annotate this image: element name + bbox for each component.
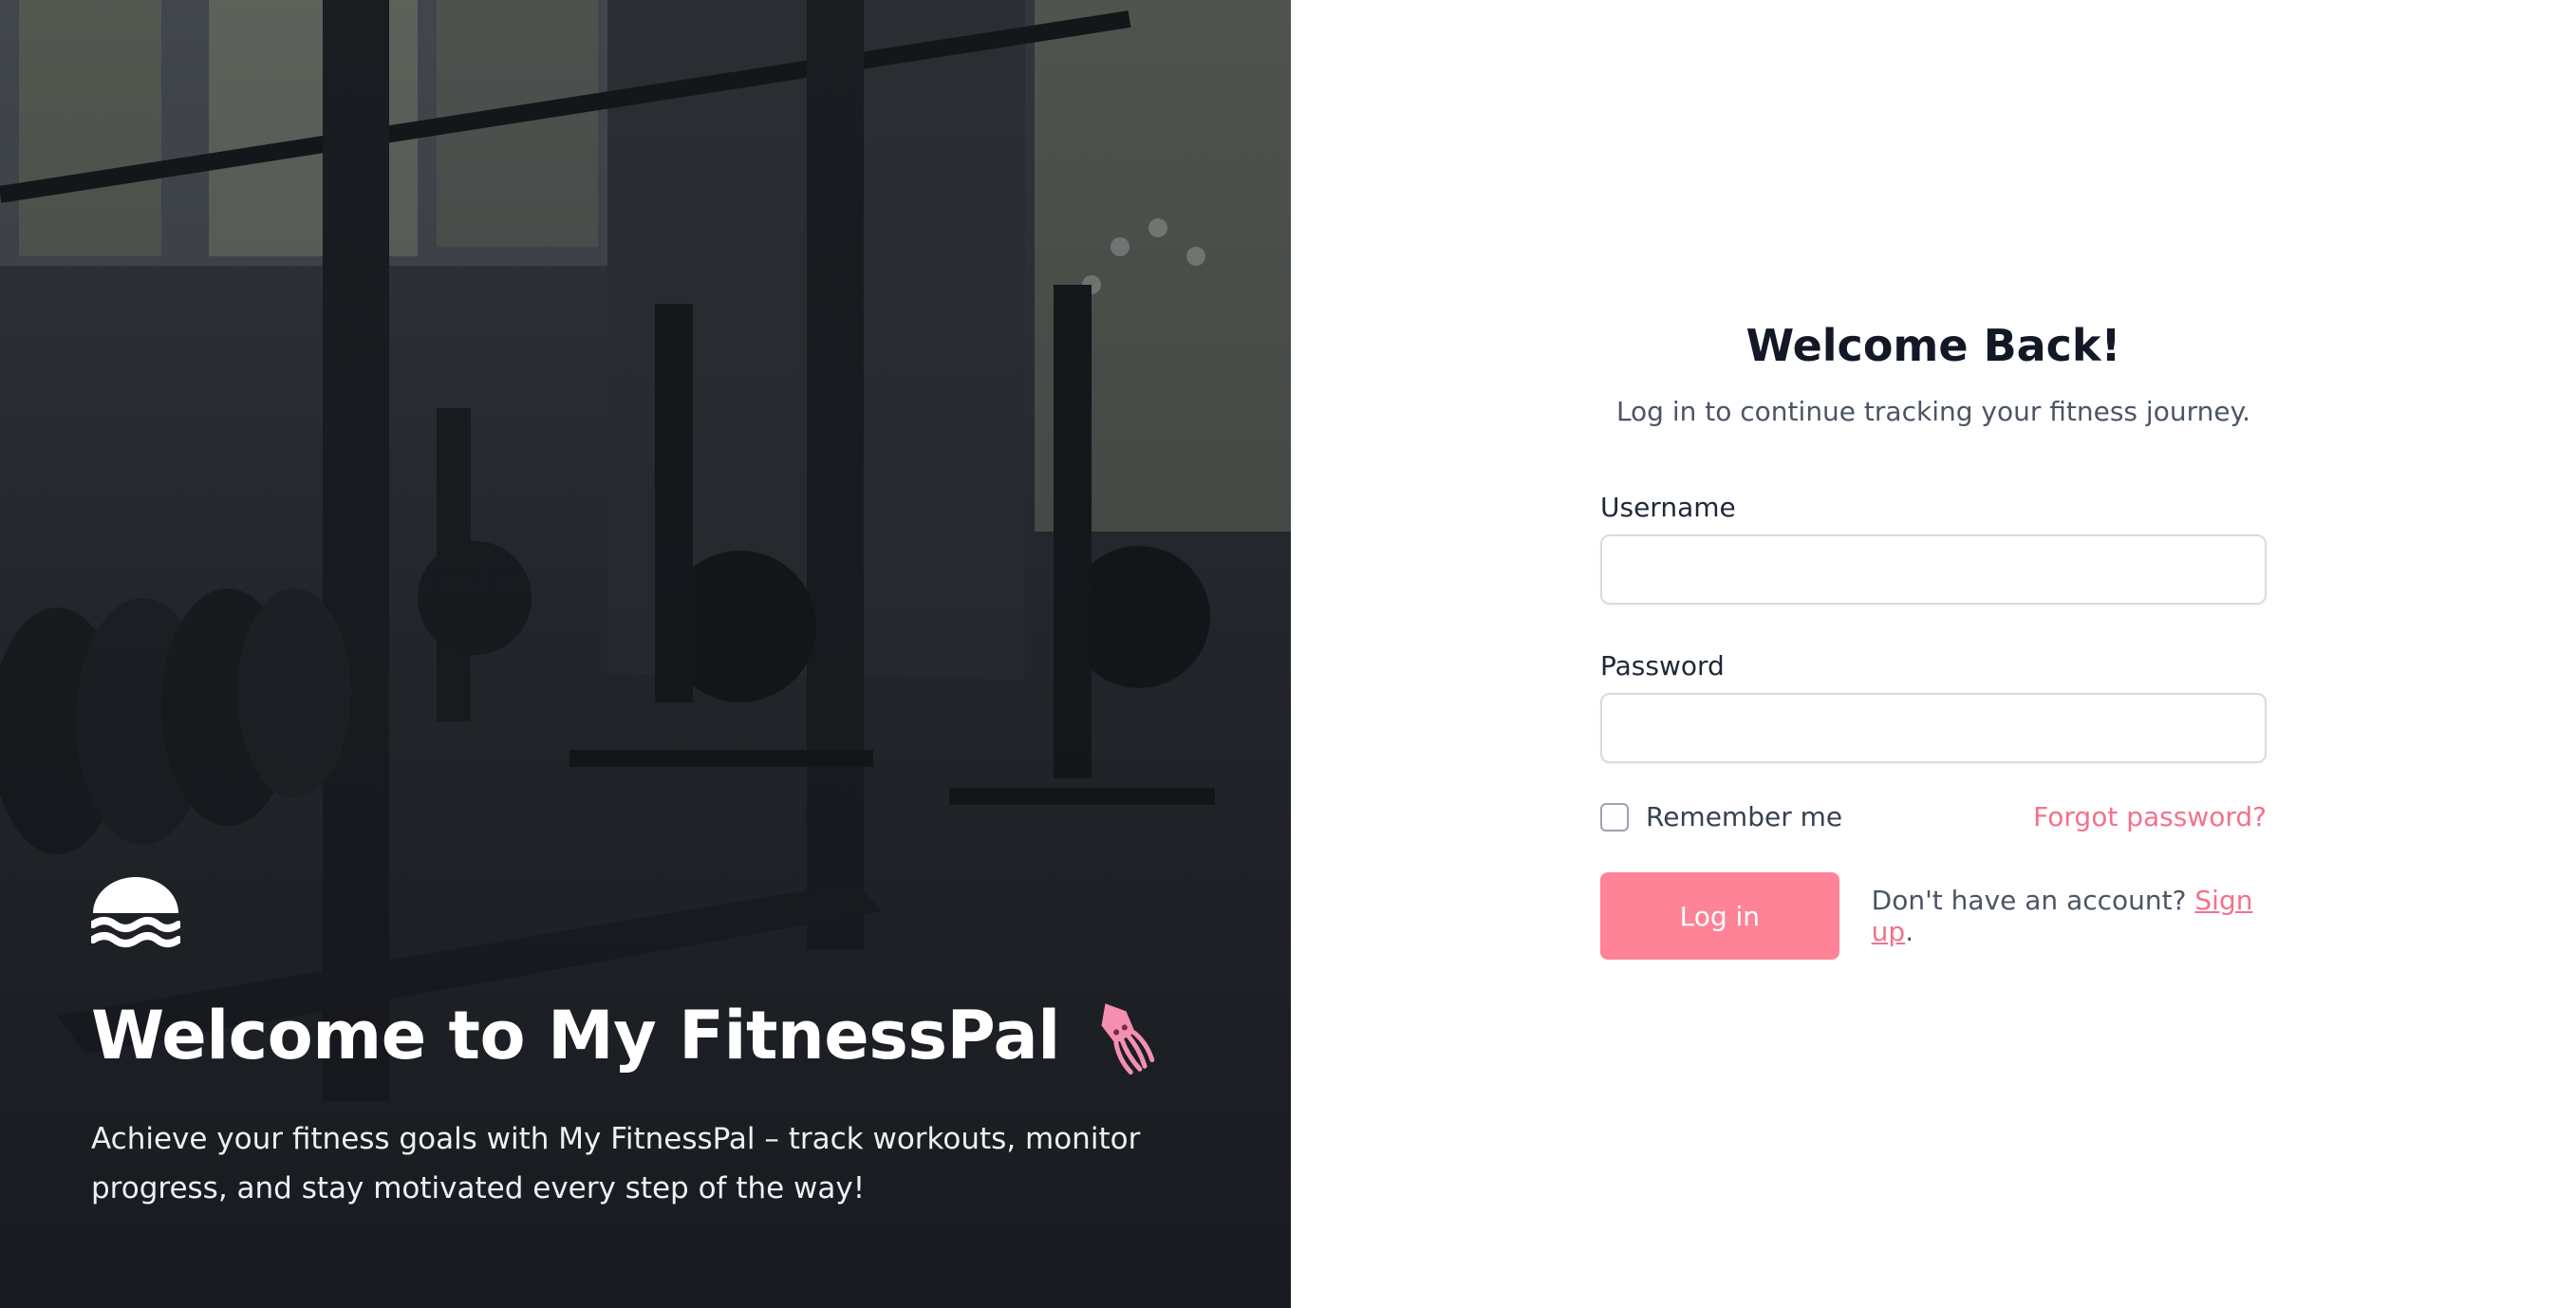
remember-me-label: Remember me: [1646, 801, 1843, 832]
username-field-group: Username: [1600, 492, 2267, 605]
forgot-password-link[interactable]: Forgot password?: [2033, 801, 2267, 832]
signup-suffix: .: [1905, 916, 1914, 947]
username-input[interactable]: [1600, 534, 2267, 605]
login-title: Welcome Back!: [1745, 320, 2121, 371]
login-button[interactable]: Log in: [1600, 872, 1839, 960]
login-options: Remember me Forgot password?: [1600, 801, 2267, 832]
squid-icon: [1101, 1003, 1154, 1075]
login-panel: Welcome Back! Log in to continue trackin…: [1291, 0, 2576, 1308]
hero-title-row: Welcome to My FitnessPal: [91, 995, 1215, 1076]
remember-me-checkbox[interactable]: [1600, 802, 1629, 832]
password-field-group: Password: [1600, 650, 2267, 763]
signup-prompt-text: Don't have an account?: [1871, 885, 2195, 916]
hero-content: Welcome to My FitnessPal Achieve your fi…: [89, 877, 1215, 1213]
password-label: Password: [1600, 650, 1725, 682]
username-label: Username: [1600, 492, 1736, 523]
login-form: Welcome Back! Log in to continue trackin…: [1600, 320, 2267, 960]
hero-title: Welcome to My FitnessPal: [91, 996, 1060, 1074]
password-input[interactable]: [1600, 693, 2267, 763]
remember-me-toggle[interactable]: Remember me: [1600, 801, 1842, 832]
waves-logo-icon: [89, 877, 182, 947]
hero-panel: Welcome to My FitnessPal Achieve your fi…: [0, 0, 1291, 1308]
hero-description: Achieve your fitness goals with My Fitne…: [91, 1122, 1141, 1205]
login-subtitle: Log in to continue tracking your fitness…: [1615, 396, 2251, 427]
login-actions: Log in Don't have an account? Sign up.: [1600, 872, 2267, 960]
signup-prompt: Don't have an account? Sign up.: [1872, 885, 2267, 947]
